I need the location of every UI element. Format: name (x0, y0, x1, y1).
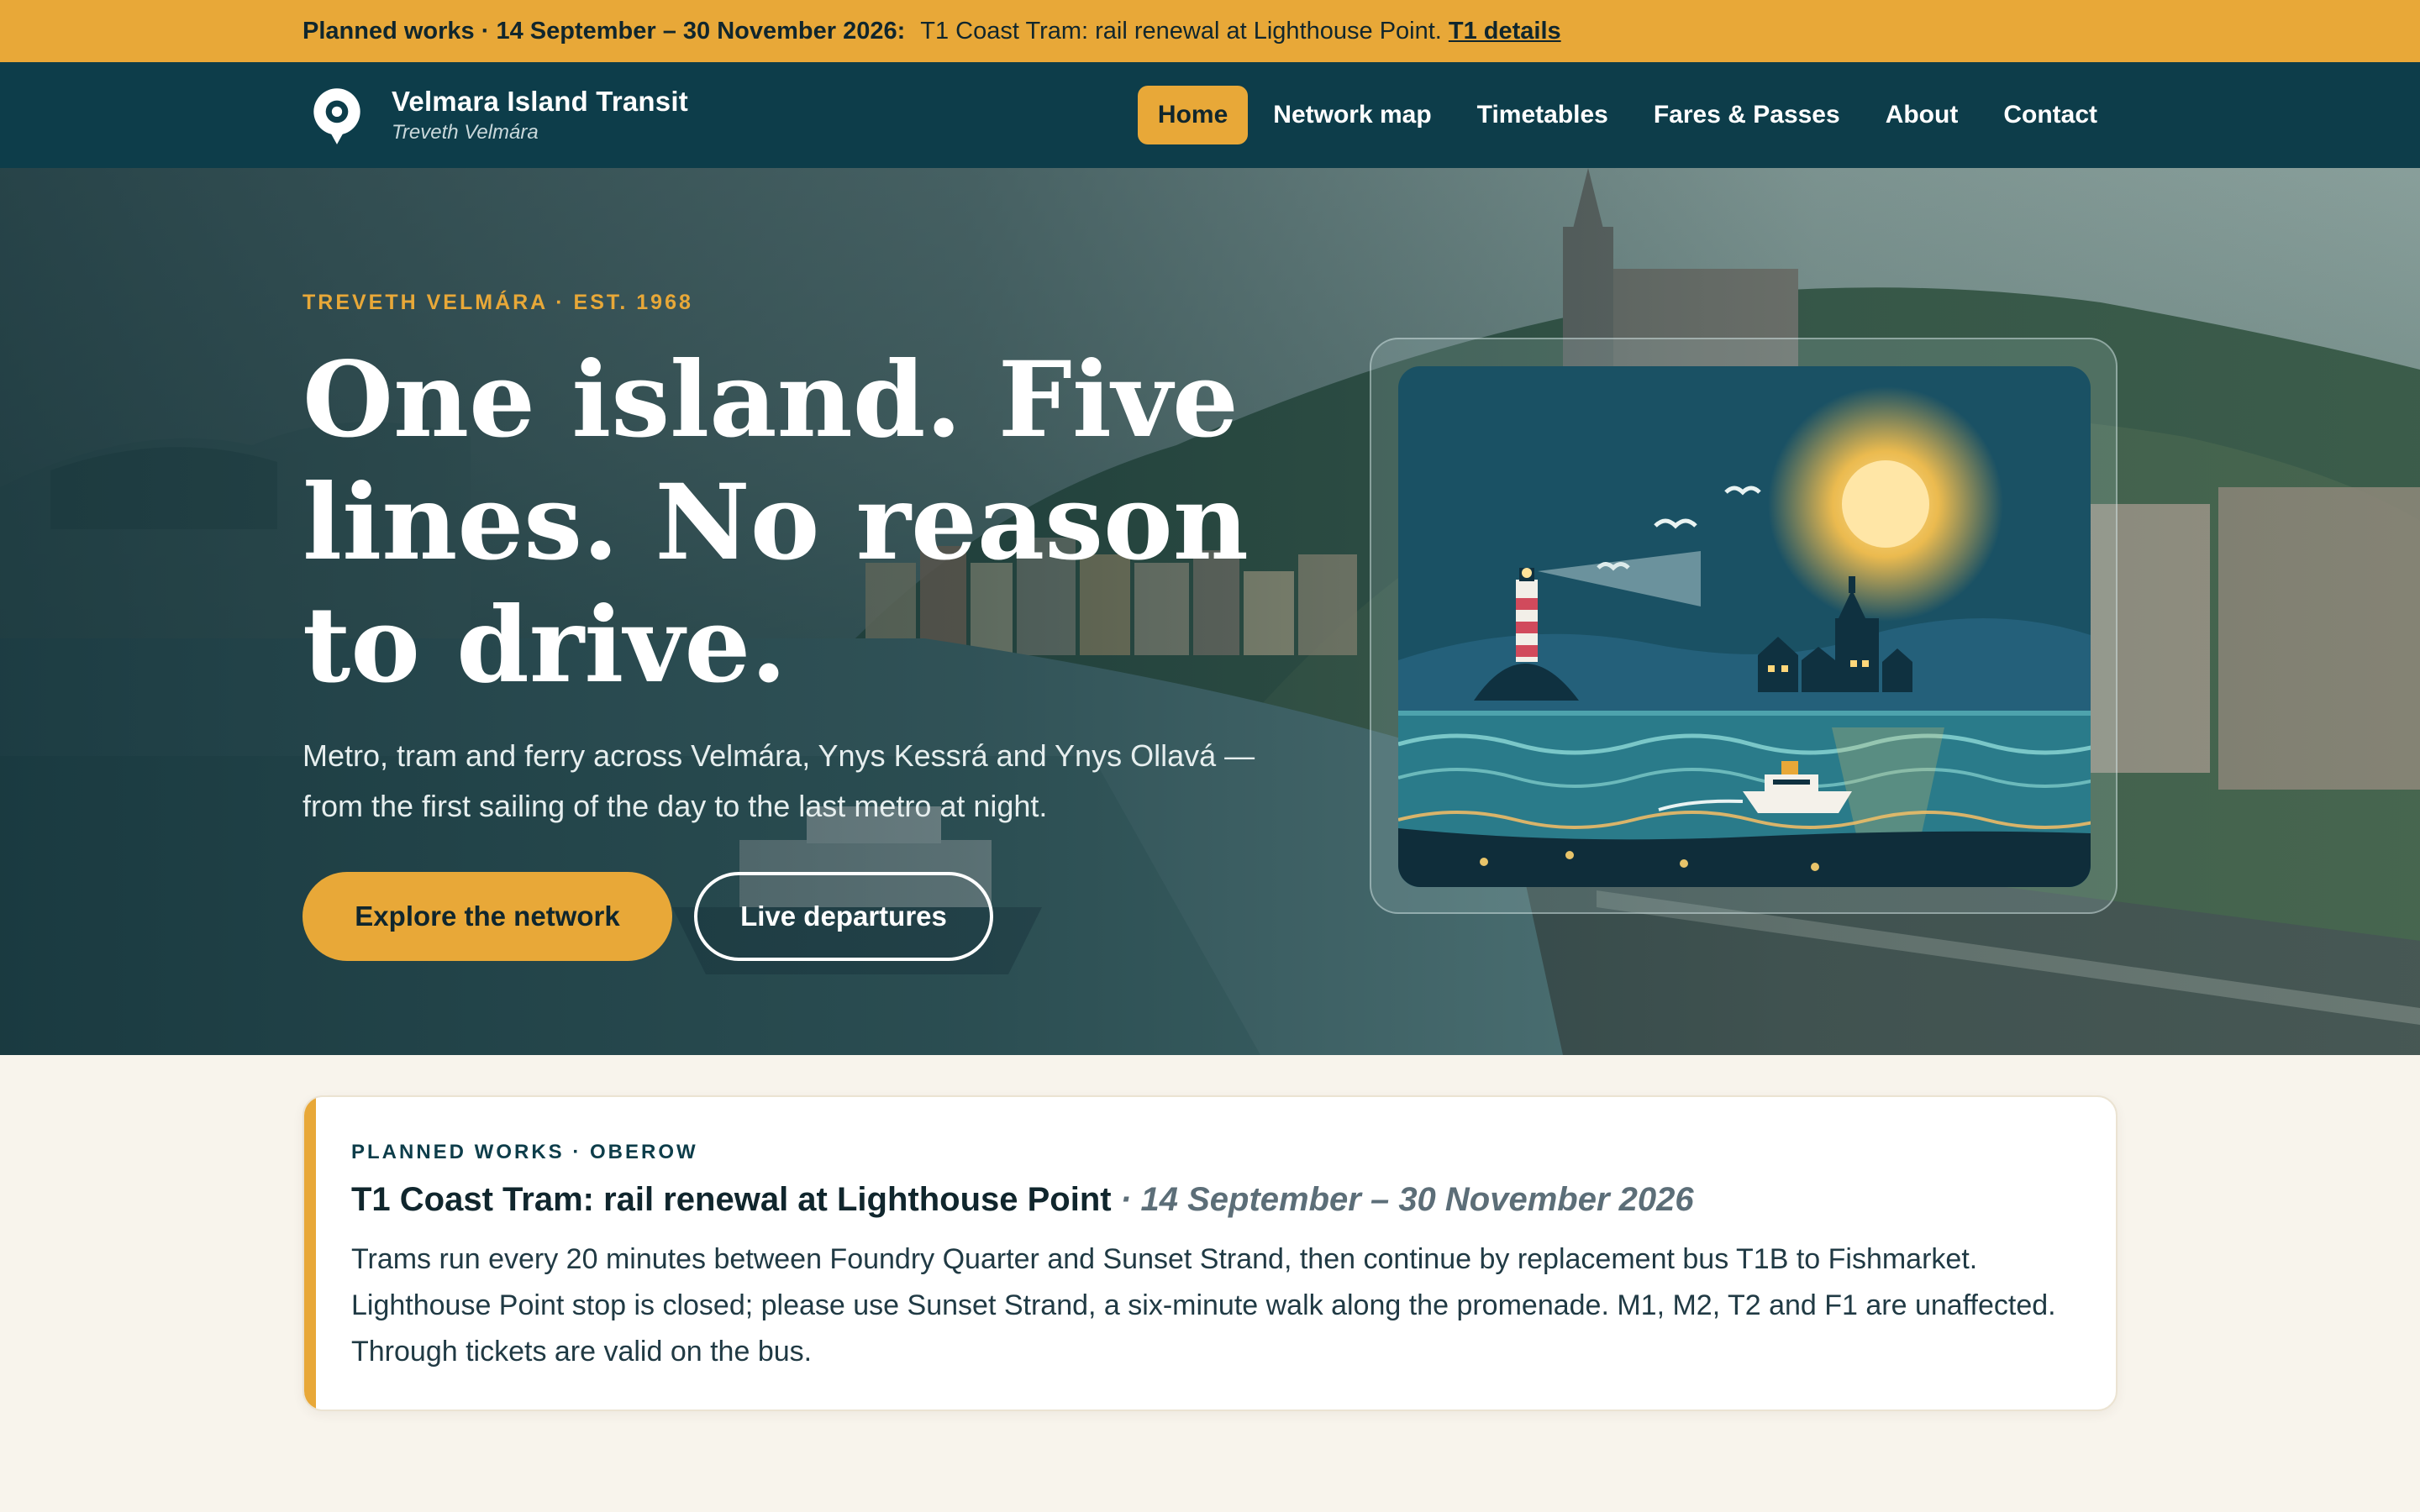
nav-contact[interactable]: Contact (1983, 86, 2118, 144)
nav-fares-passes[interactable]: Fares & Passes (1634, 86, 1860, 144)
logo-home-link[interactable]: Velmara Island Transit Treveth Velmára (302, 81, 688, 150)
site-header: Velmara Island Transit Treveth Velmára H… (0, 62, 2420, 168)
alert-text: T1 Coast Tram: rail renewal at Lighthous… (920, 17, 1442, 45)
nav-home[interactable]: Home (1137, 86, 1249, 144)
hero-section: TREVETH VELMÁRA · EST. 1968 One island. … (0, 168, 2420, 1055)
nav-about[interactable]: About (1865, 86, 1979, 144)
notice-dates: · 14 September – 30 November 2026 (1120, 1181, 1694, 1218)
alert-details-link[interactable]: T1 details (1449, 18, 1561, 45)
notice-accent-stripe (304, 1097, 316, 1410)
brand-subtitle: Treveth Velmára (392, 121, 539, 144)
notice-headline: T1 Coast Tram: rail renewal at Lighthous… (351, 1181, 1694, 1219)
explore-network-button[interactable]: Explore the network (302, 872, 672, 961)
nav-timetables[interactable]: Timetables (1457, 86, 1628, 144)
brand-name: Velmara Island Transit (392, 86, 688, 117)
live-departures-button[interactable]: Live departures (694, 872, 993, 961)
notice-body: Trams run every 20 minutes between Found… (351, 1243, 2056, 1368)
hero-eyebrow: TREVETH VELMÁRA · EST. 1968 (302, 291, 693, 314)
notice-title: T1 Coast Tram: rail renewal at Lighthous… (351, 1181, 1112, 1218)
alert-label: Planned works · 14 September – 30 Novemb… (302, 17, 906, 45)
planned-works-notice-card: PLANNED WORKS · OBEROW T1 Coast Tram: ra… (302, 1095, 2118, 1411)
lighthouse-harbour-illustration (1398, 366, 2091, 887)
notice-eyebrow: PLANNED WORKS · OBEROW (351, 1141, 698, 1163)
main-navigation: Home Network map Timetables Fares & Pass… (1137, 86, 2118, 144)
hero-lede: Metro, tram and ferry across Velmára, Yn… (302, 738, 1255, 823)
location-pin-logo-icon (313, 88, 360, 144)
hero-illustration-card (1370, 338, 2118, 914)
planned-works-alert-bar: Planned works · 14 September – 30 Novemb… (0, 0, 2420, 62)
hero-title: One island. Five lines. No reason to dri… (302, 339, 1249, 706)
nav-network-map[interactable]: Network map (1253, 86, 1451, 144)
